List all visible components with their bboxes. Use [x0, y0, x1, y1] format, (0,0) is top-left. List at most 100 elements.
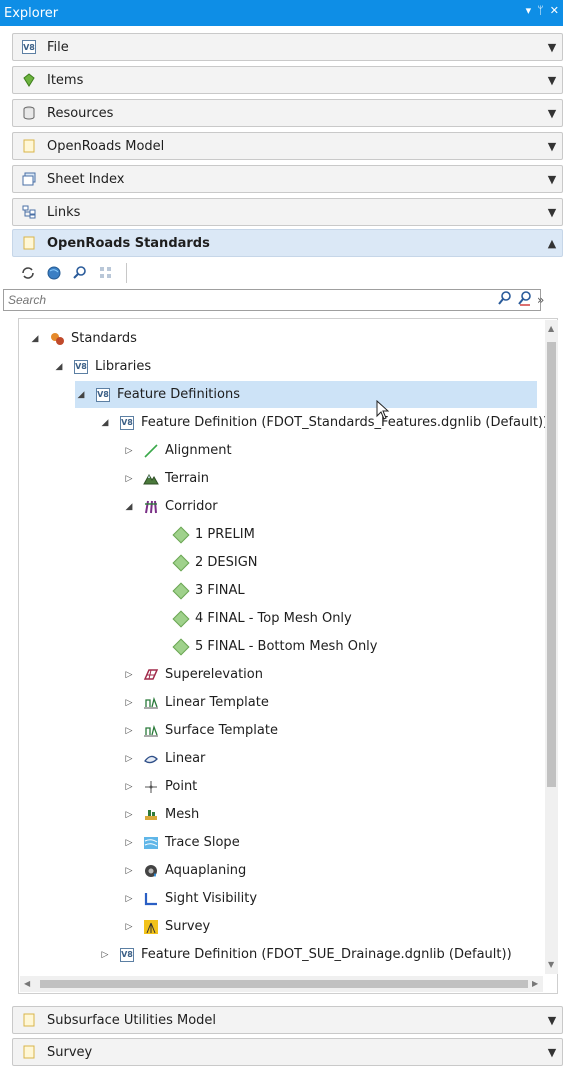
pin-icon[interactable]: ᛘ	[537, 4, 544, 17]
tree-vertical-scrollbar[interactable]: ▲ ▼	[545, 320, 558, 974]
tree-node-label: Corridor	[165, 499, 218, 514]
standards-tree: ◢ Standards ◢ V8 Libraries ◢ V8 Feature …	[18, 318, 558, 994]
chevron-down-icon[interactable]: ▼	[542, 140, 562, 153]
expand-icon[interactable]: ▷	[123, 446, 135, 456]
tree-node-libraries[interactable]: ◢ V8 Libraries	[53, 353, 152, 380]
tree-node-label: Survey	[165, 919, 211, 934]
scroll-thumb[interactable]	[40, 980, 528, 988]
tree-node-feature-definition-drainage[interactable]: ▷ V8 Feature Definition (FDOT_SUE_Draina…	[99, 941, 512, 968]
tree-node-feature[interactable]: 5 FINAL - Bottom Mesh Only	[172, 633, 377, 660]
chevron-down-icon[interactable]: ▼	[542, 107, 562, 120]
tree-node-label: Libraries	[95, 359, 152, 374]
corridor-icon	[143, 499, 159, 515]
panel-subsurface-utilities-model[interactable]: Subsurface Utilities Model ▼	[12, 1006, 563, 1034]
scroll-up-icon[interactable]: ▲	[548, 324, 554, 333]
tree-node-feature[interactable]: 4 FINAL - Top Mesh Only	[172, 605, 352, 632]
tree-node-alignment[interactable]: ▷ Alignment	[123, 437, 232, 464]
tree-node-sight-visibility[interactable]: ▷ Sight Visibility	[123, 885, 258, 912]
scroll-right-icon[interactable]: ▶	[532, 979, 538, 988]
panel-openroads-model[interactable]: OpenRoads Model ▼	[12, 132, 563, 160]
panel-label: Subsurface Utilities Model	[47, 1012, 217, 1028]
collapse-icon[interactable]: ◢	[29, 334, 41, 344]
grid-icon[interactable]	[96, 263, 116, 283]
chevron-down-icon[interactable]: ▼	[542, 74, 562, 87]
terrain-icon	[143, 471, 159, 487]
tree-node-label: 3 FINAL	[195, 583, 245, 598]
tree-node-point[interactable]: ▷ Point	[123, 773, 198, 800]
expand-icon[interactable]: ▷	[123, 866, 135, 876]
tree-node-linear[interactable]: ▷ Linear	[123, 745, 206, 772]
tree-node-feature[interactable]: 1 PRELIM	[172, 521, 255, 548]
panel-resources[interactable]: Resources ▼	[12, 99, 563, 127]
expand-icon[interactable]: ▷	[99, 950, 111, 960]
panel-survey[interactable]: Survey ▼	[12, 1038, 563, 1066]
scroll-left-icon[interactable]: ◀	[24, 979, 30, 988]
tree-node-terrain[interactable]: ▷ Terrain	[123, 465, 209, 492]
template-icon	[143, 695, 159, 711]
sight-visibility-icon	[143, 891, 159, 907]
panel-file[interactable]: V8 File ▼	[12, 33, 563, 61]
feature-diamond-icon	[172, 610, 190, 627]
document-icon	[21, 1044, 37, 1060]
tree-node-linear-template[interactable]: ▷ Linear Template	[123, 689, 269, 716]
tree-node-survey[interactable]: ▷ Survey	[123, 913, 211, 940]
tree-node-aquaplaning[interactable]: ▷ Aquaplaning	[123, 857, 247, 884]
tree-node-label: Terrain	[165, 471, 210, 486]
expand-icon[interactable]: ▷	[123, 670, 135, 680]
search-icon[interactable]	[497, 290, 513, 310]
globe-icon[interactable]	[44, 263, 64, 283]
search-input[interactable]	[3, 289, 541, 311]
tree-node-feature-definition-standards[interactable]: ◢ V8 Feature Definition (FDOT_Standards_…	[99, 409, 549, 436]
refresh-icon[interactable]	[18, 263, 38, 283]
tree-node-corridor[interactable]: ◢ Corridor	[123, 493, 218, 520]
feature-diamond-icon	[172, 526, 190, 543]
mesh-icon	[143, 807, 159, 823]
chevron-down-icon[interactable]: ▼	[542, 1046, 562, 1059]
collapse-icon[interactable]: ◢	[53, 362, 65, 372]
v8-library-icon: V8	[95, 387, 111, 403]
expand-icon[interactable]: ▷	[123, 754, 135, 764]
tree-node-feature[interactable]: 2 DESIGN	[172, 549, 258, 576]
dropdown-icon[interactable]: ▾	[526, 4, 532, 17]
panel-openroads-standards[interactable]: OpenRoads Standards ▲	[12, 229, 563, 257]
chevron-down-icon[interactable]: ▼	[542, 206, 562, 219]
panel-links[interactable]: Links ▼	[12, 198, 563, 226]
panel-items[interactable]: Items ▼	[12, 66, 563, 94]
scroll-thumb[interactable]	[547, 342, 556, 787]
tree-node-surface-template[interactable]: ▷ Surface Template	[123, 717, 278, 744]
tree-node-feature[interactable]: 3 FINAL	[172, 577, 245, 604]
expand-icon[interactable]: ▷	[123, 698, 135, 708]
chevron-down-icon[interactable]: ▼	[542, 41, 562, 54]
panel-sheet-index[interactable]: Sheet Index ▼	[12, 165, 563, 193]
zoom-icon[interactable]	[70, 263, 90, 283]
tree-node-trace-slope[interactable]: ▷ Trace Slope	[123, 829, 240, 856]
expand-icon[interactable]: ▷	[123, 838, 135, 848]
expand-icon[interactable]: ▷	[123, 922, 135, 932]
tree-node-label: Standards	[71, 331, 137, 346]
close-icon[interactable]: ✕	[550, 4, 559, 17]
chevron-up-icon[interactable]: ▲	[542, 237, 562, 250]
tree-node-mesh[interactable]: ▷ Mesh	[123, 801, 200, 828]
expand-icon[interactable]: ▷	[123, 726, 135, 736]
expand-icon[interactable]: ▷	[123, 782, 135, 792]
expand-search-icon[interactable]: »	[537, 293, 544, 307]
tree-node-standards[interactable]: ◢ Standards	[29, 325, 137, 352]
expand-icon[interactable]: ▷	[123, 810, 135, 820]
collapse-icon[interactable]: ◢	[123, 502, 135, 512]
tree-node-label: Sight Visibility	[165, 891, 258, 906]
collapse-icon[interactable]: ◢	[99, 418, 111, 428]
tree-horizontal-scrollbar[interactable]: ◀ ▶	[20, 976, 543, 992]
expand-icon[interactable]: ▷	[123, 474, 135, 484]
collapse-icon[interactable]: ◢	[75, 390, 87, 400]
tree-node-label: Superelevation	[165, 667, 263, 682]
tree-node-label: Feature Definition (FDOT_Standards_Featu…	[141, 415, 549, 430]
tree-node-superelevation[interactable]: ▷ Superelevation	[123, 661, 263, 688]
expand-icon[interactable]: ▷	[123, 894, 135, 904]
scroll-down-icon[interactable]: ▼	[548, 960, 554, 969]
search-options-icon[interactable]	[517, 290, 533, 310]
v8-library-icon: V8	[73, 359, 89, 375]
chevron-down-icon[interactable]: ▼	[542, 1014, 562, 1027]
tree-node-feature-definitions[interactable]: ◢ V8 Feature Definitions	[75, 381, 537, 408]
feature-diamond-icon	[172, 554, 190, 571]
chevron-down-icon[interactable]: ▼	[542, 173, 562, 186]
